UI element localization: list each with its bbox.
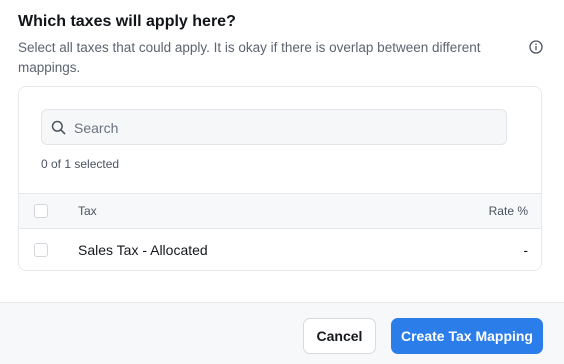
selection-count: 0 of 1 selected — [41, 157, 120, 171]
column-header-rate: Rate % — [488, 204, 528, 218]
dialog-body: Which taxes will apply here? Select all … — [0, 0, 564, 302]
search-icon — [51, 120, 66, 135]
table-header: Tax Rate % — [19, 193, 541, 229]
select-all-checkbox[interactable] — [34, 204, 48, 218]
search-box — [41, 109, 507, 146]
dialog-title: Which taxes will apply here? — [18, 13, 236, 30]
tax-name: Sales Tax - Allocated — [78, 242, 208, 258]
row-checkbox[interactable] — [34, 243, 48, 257]
tax-rate: - — [523, 242, 528, 258]
table-row[interactable]: Sales Tax - Allocated - — [19, 229, 541, 270]
search-input[interactable] — [72, 110, 496, 146]
create-tax-mapping-button[interactable]: Create Tax Mapping — [391, 318, 543, 354]
column-header-tax: Tax — [78, 204, 97, 218]
dialog-footer: Cancel Create Tax Mapping — [0, 302, 564, 364]
info-circle-icon[interactable] — [529, 40, 543, 54]
cancel-button[interactable]: Cancel — [303, 318, 376, 354]
dialog-description: Select all taxes that could apply. It is… — [18, 40, 481, 75]
tax-selection-card: 0 of 1 selected Tax Rate % Sales Tax - A… — [18, 86, 542, 271]
